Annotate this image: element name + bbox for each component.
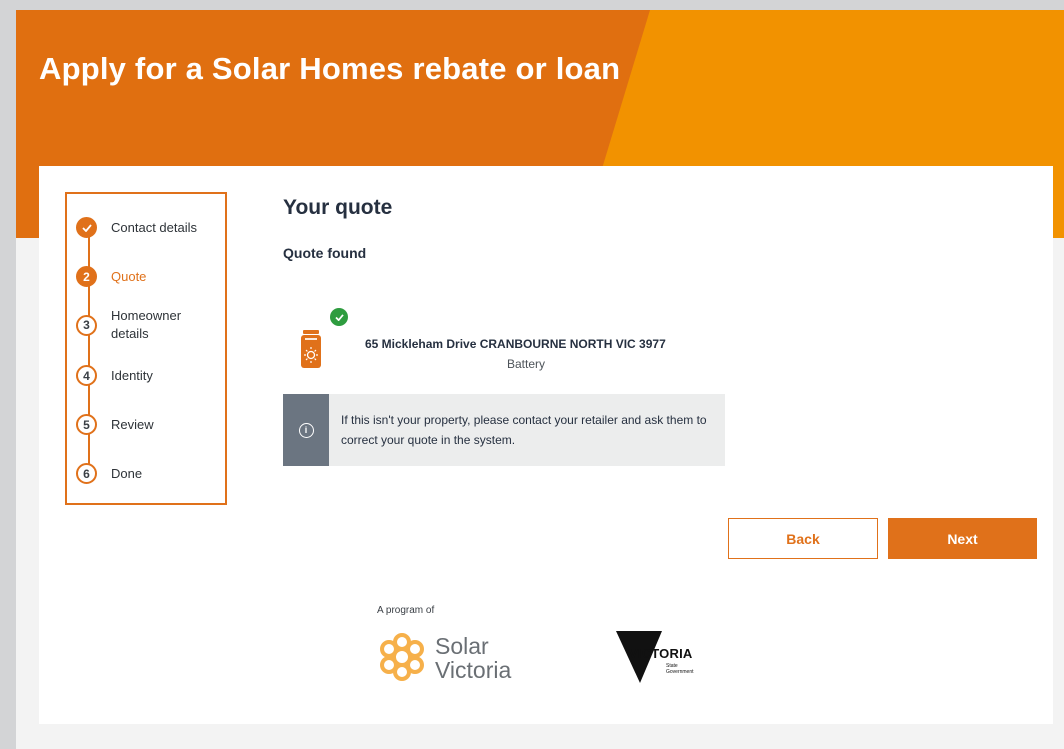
info-icon: i [298, 422, 314, 438]
step-done: 6 Done [76, 463, 221, 484]
progress-stepper: Contact details 2 Quote 3 Homeowner deta… [65, 192, 227, 505]
victoria-sub-line2: Government [666, 669, 694, 675]
solar-victoria-line1: Solar [435, 633, 489, 659]
product-type: Battery [507, 357, 546, 371]
step-number: 4 [76, 365, 97, 386]
application-card: Contact details 2 Quote 3 Homeowner deta… [39, 166, 1053, 724]
step-label: Done [111, 465, 143, 481]
step-homeowner-details: 3 Homeowner details [76, 307, 221, 343]
program-of-label: A program of [377, 605, 435, 616]
solar-victoria-logo-icon [380, 633, 424, 681]
app-frame: Apply for a Solar Homes rebate or loan C… [16, 10, 1064, 749]
step-number: 6 [76, 463, 97, 484]
solar-victoria-wordmark: Solar Victoria [435, 634, 511, 682]
next-button[interactable]: Next [888, 518, 1037, 559]
step-number: 2 [76, 266, 97, 287]
stepper-rail [88, 228, 90, 474]
check-circle-icon [330, 308, 348, 326]
step-label: Quote [111, 268, 147, 284]
step-identity: 4 Identity [76, 365, 221, 386]
step-number: 5 [76, 414, 97, 435]
step-label: Homeowner details [111, 308, 182, 341]
info-icon-panel: i [283, 394, 329, 466]
victoria-wordmark: VICTORIA [629, 646, 693, 661]
step-label: Identity [111, 367, 153, 383]
step-contact-details[interactable]: Contact details [76, 217, 221, 238]
check-icon [76, 217, 97, 238]
section-heading: Your quote [283, 196, 393, 219]
step-quote[interactable]: 2 Quote [76, 266, 221, 287]
victoria-subtext: State Government [666, 663, 696, 675]
battery-icon [301, 330, 321, 368]
quote-status: Quote found [283, 245, 367, 261]
solar-victoria-line2: Victoria [435, 657, 512, 683]
back-button[interactable]: Back [728, 518, 878, 559]
step-number: 3 [76, 314, 97, 336]
property-address: 65 Mickleham Drive CRANBOURNE NORTH VIC … [365, 337, 666, 351]
page-title: Apply for a Solar Homes rebate or loan [39, 51, 621, 86]
step-review: 5 Review [76, 414, 221, 435]
info-notice: i If this isn't your property, please co… [283, 394, 725, 466]
step-label: Review [111, 416, 154, 432]
step-label: Contact details [111, 219, 197, 235]
info-message: If this isn't your property, please cont… [341, 413, 707, 447]
